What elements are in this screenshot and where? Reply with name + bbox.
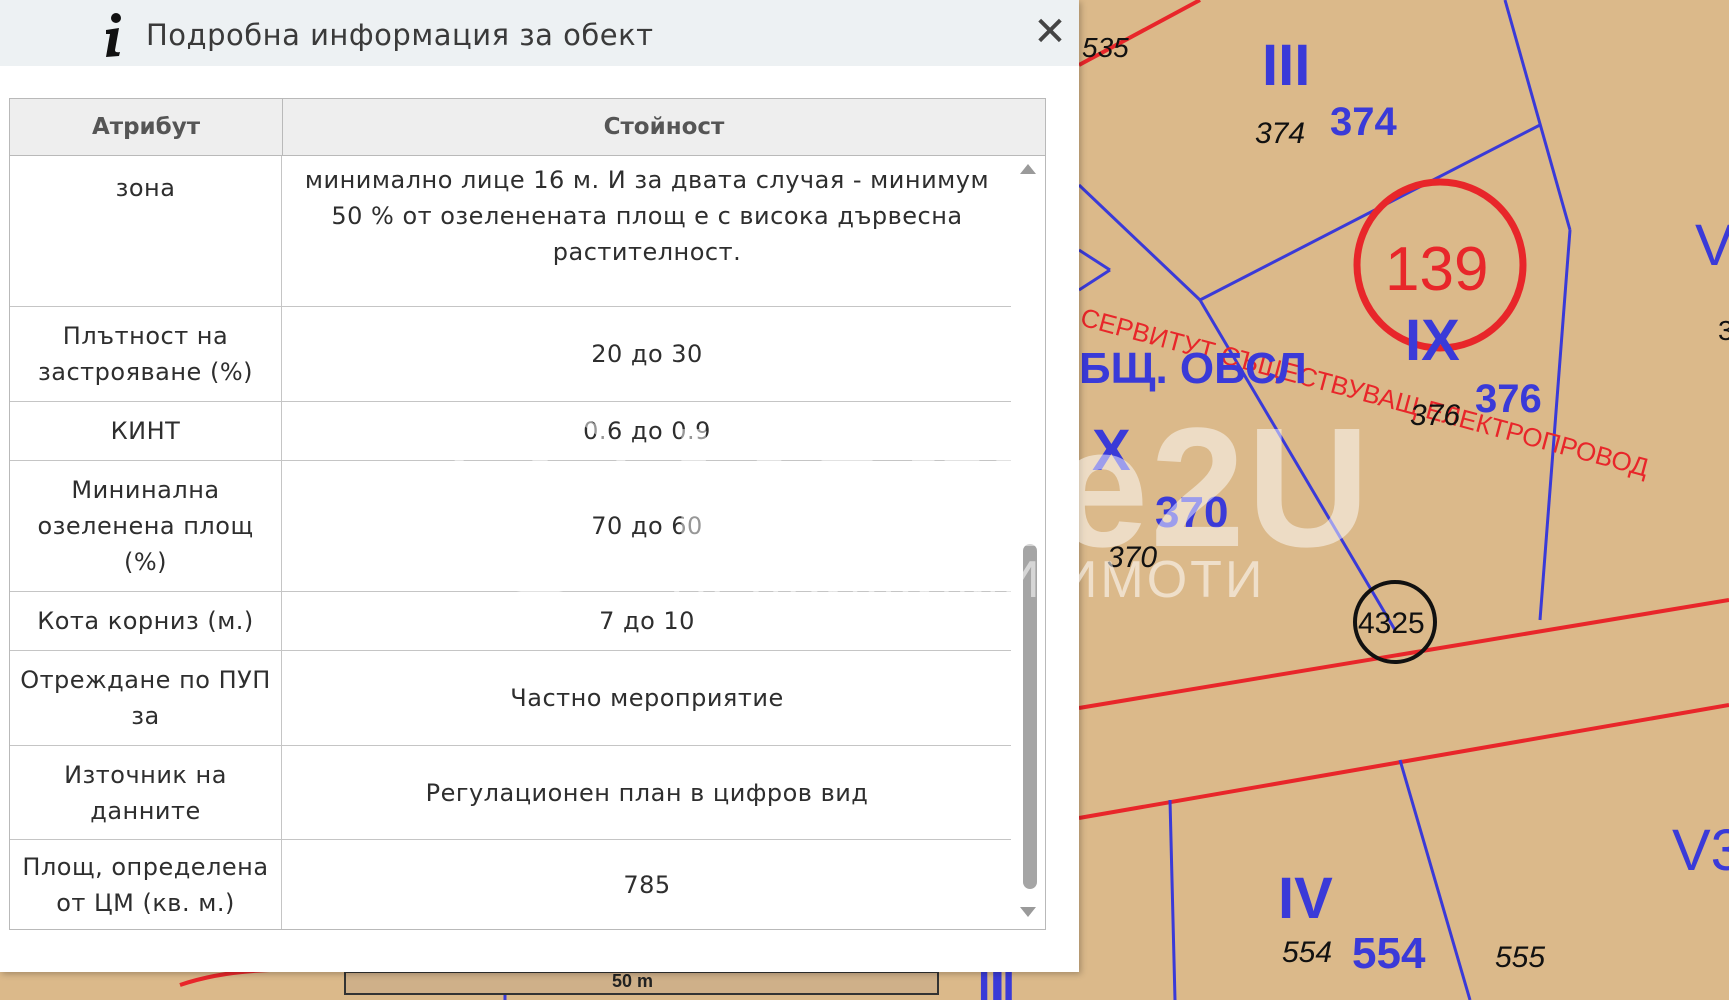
scale-label: 50 m bbox=[612, 971, 653, 991]
map-label: 4325 bbox=[1358, 607, 1425, 640]
map-label: 376 bbox=[1475, 377, 1542, 421]
scroll-down-arrow-icon[interactable] bbox=[1020, 907, 1036, 917]
column-header-attribute[interactable]: Атрибут bbox=[10, 99, 283, 155]
attribute-cell: Кота корниз (м.) bbox=[10, 592, 282, 650]
table-row: КИНТ 0.6 до 0.9 bbox=[10, 402, 1011, 461]
attribute-table: Атрибут Стойност зона площ на имотите от… bbox=[9, 98, 1046, 930]
value-cell: 785 bbox=[623, 870, 671, 899]
attribute-cell: Мининална озеленена площ (%) bbox=[10, 461, 282, 591]
map-label: 370 bbox=[1107, 541, 1157, 574]
panel-title: Подробна информация за обект bbox=[146, 18, 654, 52]
table-row: Мининална озеленена площ (%) 70 до 60 bbox=[10, 461, 1011, 592]
table-row: Площ, определена от ЦМ (кв. м.) 785 bbox=[10, 840, 1011, 929]
value-cell: 70 до 60 bbox=[591, 512, 703, 540]
value-cell: Регулационен план в цифров вид bbox=[425, 778, 869, 807]
scroll-up-arrow-icon[interactable] bbox=[1020, 164, 1036, 174]
value-cell: Частно мероприятие bbox=[510, 684, 784, 712]
attribute-cell: КИНТ bbox=[10, 402, 282, 460]
map-label: IV bbox=[1278, 866, 1333, 931]
value-cell: 0.6 до 0.9 bbox=[583, 417, 711, 445]
scrollbar-thumb[interactable] bbox=[1023, 544, 1037, 889]
attribute-cell: Плътност на застрояване (%) bbox=[10, 307, 282, 401]
map-label: 554 bbox=[1352, 929, 1426, 978]
table-row: Плътност на застрояване (%) 20 до 30 bbox=[10, 307, 1011, 402]
attribute-cell: Площ, определена от ЦМ (кв. м.) bbox=[10, 840, 282, 929]
map-label: 370 bbox=[1155, 488, 1228, 537]
column-header-value[interactable]: Стойност bbox=[283, 99, 1045, 155]
table-body[interactable]: зона площ на имотите от 500 кв.м до 1500… bbox=[10, 156, 1011, 929]
map-label: III bbox=[1262, 33, 1310, 98]
value-cell: 20 до 30 bbox=[591, 340, 703, 368]
attribute-cell: Източник на данните bbox=[10, 746, 282, 839]
map-label: IX bbox=[1405, 308, 1460, 373]
map-label: 535 bbox=[1082, 32, 1129, 63]
map-label: 139 bbox=[1385, 235, 1488, 304]
info-icon bbox=[106, 13, 121, 57]
attribute-cell: Отреждане по ПУП за bbox=[10, 651, 282, 745]
map-label: 555 bbox=[1495, 941, 1545, 974]
map-label: X bbox=[1092, 418, 1131, 483]
table-row: Отреждане по ПУП за Частно мероприятие bbox=[10, 651, 1011, 746]
map-label: 554 bbox=[1282, 936, 1332, 969]
table-scrollbar[interactable] bbox=[1012, 156, 1045, 929]
table-row: Източник на данните Регулационен план в … bbox=[10, 746, 1011, 840]
value-cell: 7 до 10 bbox=[599, 607, 695, 635]
object-info-panel: Подробна информация за обект ✕ Атрибут С… bbox=[0, 0, 1079, 972]
table-row: зона площ на имотите от 500 кв.м до 1500… bbox=[10, 156, 1011, 307]
map-label: 3 bbox=[1718, 315, 1729, 346]
map-label: 374 bbox=[1330, 100, 1397, 144]
map-label: 376 bbox=[1410, 399, 1460, 432]
map-label: БЩ. ОБСЛ bbox=[1079, 344, 1307, 393]
table-row: Кота корниз (м.) 7 до 10 bbox=[10, 592, 1011, 651]
map-label: V3 bbox=[1672, 818, 1729, 883]
table-header: Атрибут Стойност bbox=[10, 99, 1045, 156]
value-cell: площ на имотите от 500 кв.м до 1500 кв.м… bbox=[304, 156, 990, 266]
attribute-cell: зона bbox=[10, 156, 282, 306]
close-button[interactable]: ✕ bbox=[1030, 12, 1070, 52]
map-label: V bbox=[1695, 213, 1729, 278]
map-label: 374 bbox=[1255, 117, 1305, 150]
panel-header: Подробна информация за обект ✕ bbox=[0, 0, 1079, 66]
